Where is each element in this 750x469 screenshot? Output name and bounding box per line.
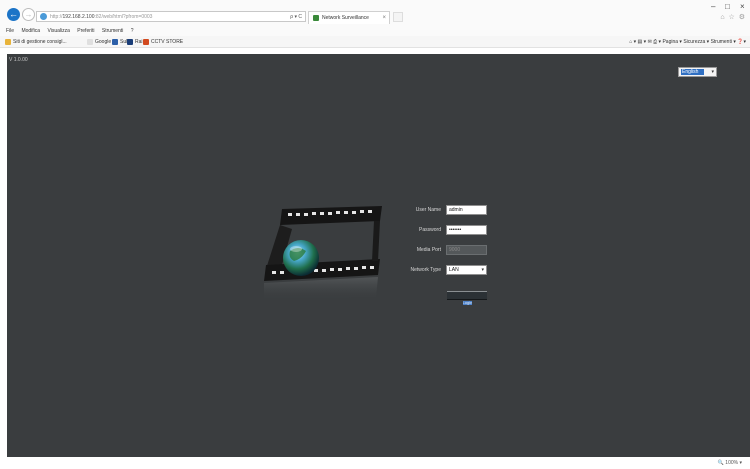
username-input[interactable]: admin (446, 205, 487, 215)
help-icon[interactable]: ❓▾ (737, 39, 746, 45)
menu-bar: File Modifica Visualizza Preferiti Strum… (0, 26, 750, 36)
site-icon (313, 15, 319, 21)
favorite-siti-gestione[interactable]: Siti di gestione consigl... (5, 36, 67, 48)
chevron-down-icon: ▾ (711, 69, 714, 75)
feeds-icon[interactable]: ▤ ▾ (638, 39, 647, 45)
menu-modifica[interactable]: Modifica (21, 28, 40, 34)
cctv-store-icon (143, 38, 149, 45)
menu-help[interactable]: ? (131, 28, 134, 34)
print-icon[interactable]: ⎙ ▾ (653, 39, 661, 45)
login-button[interactable]: Login (447, 291, 487, 305)
address-text: http://192.168.2.100:82/web/html?pfrom=0… (50, 13, 152, 21)
version-label: V 1.0.00 (9, 57, 28, 63)
tab-close-icon[interactable]: × (382, 14, 386, 22)
language-value: English (681, 69, 704, 75)
zoom-control[interactable]: 🔍 100% ▾ (718, 459, 742, 467)
tools-menu[interactable]: Strumenti ▾ (711, 39, 736, 45)
mail-icon[interactable]: ✉ (648, 39, 652, 45)
back-arrow-icon: ← (9, 9, 18, 19)
password-input[interactable]: ••••••• (446, 225, 487, 235)
menu-visualizza[interactable]: Visualizza (47, 28, 69, 34)
tab-title: Network Surveillance (322, 15, 369, 21)
google-icon (87, 38, 93, 45)
networktype-label: Network Type (410, 267, 441, 273)
rai-icon (127, 38, 133, 45)
address-prefix: http:// (50, 14, 63, 20)
mediaport-label: Media Port (416, 247, 441, 253)
safety-menu[interactable]: Sicurezza ▾ (683, 39, 709, 45)
favorite-google[interactable]: Google (87, 36, 111, 48)
address-rest: :82/web/html?pfrom=0003 (94, 14, 153, 20)
address-tools[interactable]: ρ ▾ C (290, 13, 302, 21)
password-label: Password (419, 227, 441, 233)
menu-preferiti[interactable]: Preferiti (77, 28, 94, 34)
mediaport-input: 9000 (446, 245, 487, 255)
browser-statusbar: 🔍 100% ▾ (0, 457, 750, 469)
browser-titlebar: ← → http://192.168.2.100:82/web/html?pfr… (0, 0, 750, 26)
address-host: 192.168.2.100 (62, 14, 95, 20)
forward-button[interactable]: → (22, 8, 35, 21)
favorite-rai[interactable]: Rai (127, 36, 143, 48)
favorite-label: Google (95, 39, 112, 45)
sup-icon (112, 38, 118, 45)
language-select[interactable]: English ▾ (678, 67, 717, 77)
home-icon[interactable]: ⌂ ▾ (629, 39, 636, 45)
close-window-icon[interactable]: × (740, 3, 745, 11)
maximize-icon[interactable]: □ (725, 3, 730, 11)
forward-arrow-icon: → (24, 10, 33, 19)
address-bar[interactable]: http://192.168.2.100:82/web/html?pfrom=0… (36, 11, 306, 22)
page-menu[interactable]: Pagina ▾ (662, 39, 681, 45)
favorite-label: Rai (135, 39, 143, 45)
favorite-label: CCTV STORE (151, 39, 184, 45)
command-bar: ⌂ ▾ ▤ ▾ ✉ ⎙ ▾ Pagina ▾ Sicurezza ▾ Strum… (629, 36, 746, 48)
favorites-bar: Siti di gestione consigl... Google SuP R… (0, 36, 750, 48)
menu-strumenti[interactable]: Strumenti (102, 28, 123, 34)
back-button[interactable]: ← (7, 8, 20, 21)
favorite-cctv-store[interactable]: CCTV STORE (143, 36, 183, 48)
username-label: User Name (415, 207, 441, 213)
star-icon (5, 38, 11, 45)
chevron-down-icon: ▾ (481, 267, 484, 273)
surveillance-login-page: V 1.0.00 English ▾ User Name admin Passw… (7, 54, 750, 457)
page-icon (40, 13, 47, 20)
networktype-select[interactable]: LAN ▾ (446, 265, 487, 275)
login-button-label: Login (462, 301, 472, 305)
favorite-label: Siti di gestione consigl... (13, 39, 67, 45)
new-tab-button[interactable] (393, 12, 403, 22)
tab-network-surveillance[interactable]: Network Surveillance × (308, 11, 390, 24)
home-favorites-settings-icons[interactable]: ⌂ ☆ ⚙ (720, 14, 746, 22)
menu-file[interactable]: File (6, 28, 14, 34)
film-globe-logo (264, 206, 382, 301)
networktype-value: LAN (449, 267, 459, 273)
minimize-icon[interactable]: – (711, 3, 715, 11)
